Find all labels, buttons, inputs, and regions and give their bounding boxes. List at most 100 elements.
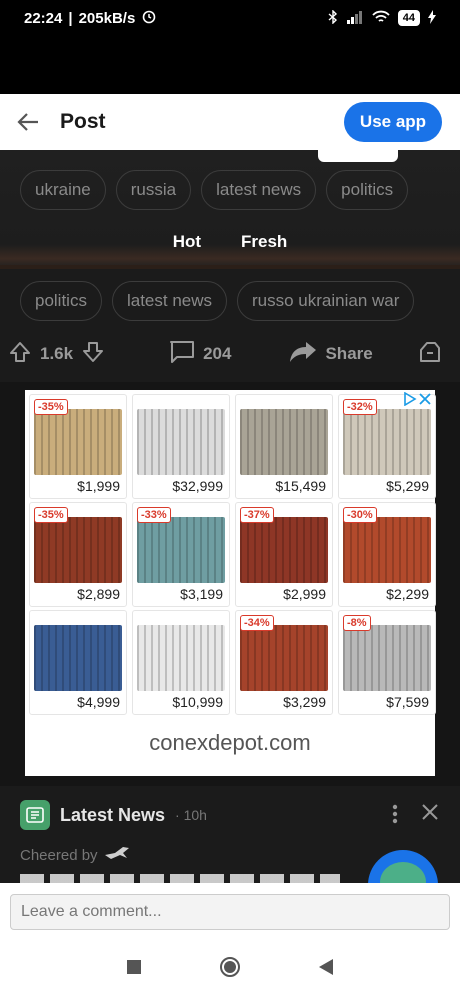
app-header: Post Use app xyxy=(0,94,460,150)
ad-product-tile[interactable]: -34% $3,299 xyxy=(235,610,333,715)
discount-badge: -35% xyxy=(34,399,68,415)
comment-bar xyxy=(0,883,460,941)
status-time: 22:24 xyxy=(24,9,63,27)
discount-badge: -33% xyxy=(137,507,171,523)
ad-product-tile[interactable]: -30% $2,299 xyxy=(338,502,436,607)
save-icon[interactable] xyxy=(418,340,442,369)
shipping-container-image xyxy=(240,625,328,691)
comments-button[interactable]: 204 xyxy=(169,340,231,369)
bluetooth-icon xyxy=(328,8,338,27)
shipping-container-image xyxy=(240,517,328,583)
status-speed: 205kB/s xyxy=(78,9,136,27)
tag-chip-russo-ukrainian-war[interactable]: russo ukrainian war xyxy=(237,281,415,321)
signal-icon xyxy=(346,10,364,27)
discount-badge: -35% xyxy=(34,507,68,523)
discount-badge: -34% xyxy=(240,615,274,631)
tag-chip-latest-news[interactable]: latest news xyxy=(111,281,228,321)
discount-badge: -32% xyxy=(343,399,377,415)
ad-product-tile[interactable]: -35% $2,899 xyxy=(29,502,127,607)
product-price: $32,999 xyxy=(172,478,223,494)
product-price: $1,999 xyxy=(77,478,120,494)
use-app-button[interactable]: Use app xyxy=(344,102,442,142)
back-arrow-icon[interactable] xyxy=(0,94,56,150)
ad-product-tile[interactable]: $15,499 xyxy=(235,394,333,499)
product-price: $2,899 xyxy=(77,586,120,602)
cheered-by-row: Cheered by xyxy=(20,844,130,866)
shipping-container-image xyxy=(137,625,225,691)
discount-badge: -8% xyxy=(343,615,371,631)
more-options-icon[interactable] xyxy=(392,804,398,829)
floating-action-button[interactable] xyxy=(368,850,438,883)
back-icon[interactable] xyxy=(319,958,333,980)
tag-chip-politics[interactable]: politics xyxy=(326,170,409,210)
home-icon[interactable] xyxy=(219,956,241,983)
product-price: $3,199 xyxy=(180,586,223,602)
downvote-icon[interactable] xyxy=(81,340,105,369)
next-post-preview: Latest News · 10h Cheered by xyxy=(0,786,460,883)
section-name[interactable]: Latest News xyxy=(60,805,165,826)
status-bar: 22:24 | 205kB/s 44 xyxy=(0,0,460,36)
product-price: $15,499 xyxy=(275,478,326,494)
ad-choices-icon[interactable] xyxy=(403,392,431,406)
system-nav-bar xyxy=(0,941,460,997)
shipping-container-image xyxy=(34,517,122,583)
comment-input[interactable] xyxy=(10,894,450,930)
alarm-icon xyxy=(141,8,157,28)
tab-fresh[interactable]: Fresh xyxy=(241,232,287,252)
product-price: $2,999 xyxy=(283,586,326,602)
tag-chip-latest-news[interactable]: latest news xyxy=(201,170,317,210)
comment-icon xyxy=(169,340,195,369)
shipping-container-image xyxy=(34,625,122,691)
ad-banner[interactable]: -35% $1,999 $32,999 $15,499 -32% $5,299 -35% $2… xyxy=(25,390,436,776)
ad-section: -35% $1,999 $32,999 $15,499 -32% $5,299 -35% $2… xyxy=(0,382,460,786)
ad-product-tile[interactable]: -33% $3,199 xyxy=(132,502,230,607)
post-headline-peek xyxy=(20,874,340,883)
tab-hot[interactable]: Hot xyxy=(173,232,201,252)
tag-chip-ukraine[interactable]: ukraine xyxy=(20,170,106,210)
wifi-icon xyxy=(372,10,390,27)
ad-product-tile[interactable]: -35% $1,999 xyxy=(29,394,127,499)
recents-icon[interactable] xyxy=(127,959,141,979)
news-section-icon[interactable] xyxy=(20,800,50,830)
upvote-icon[interactable] xyxy=(8,340,32,369)
ad-product-tile[interactable]: -37% $2,999 xyxy=(235,502,333,607)
top-tag-list: ukraine russia latest news politics xyxy=(20,170,409,210)
product-price: $5,299 xyxy=(386,478,429,494)
tag-chip-russia[interactable]: russia xyxy=(115,170,192,210)
shipping-container-image xyxy=(343,409,431,475)
top-black-band xyxy=(0,36,460,94)
product-price: $10,999 xyxy=(172,694,223,710)
shipping-container-image xyxy=(343,625,431,691)
product-price: $2,299 xyxy=(386,586,429,602)
cheered-by-label: Cheered by xyxy=(20,846,98,864)
vote-count: 1.6k xyxy=(40,344,74,363)
shipping-container-image xyxy=(137,409,225,475)
share-icon xyxy=(289,341,317,368)
post-tag-list: politics latest news russo ukrainian war xyxy=(20,281,415,321)
product-price: $3,299 xyxy=(283,694,326,710)
comment-count: 204 xyxy=(203,344,232,363)
ad-product-tile[interactable]: $4,999 xyxy=(29,610,127,715)
shipping-container-image xyxy=(240,409,328,475)
share-button[interactable]: Share xyxy=(289,341,373,368)
ad-product-tile[interactable]: -8% $7,599 xyxy=(338,610,436,715)
discount-badge: -37% xyxy=(240,507,274,523)
close-icon[interactable] xyxy=(422,804,438,825)
tag-chip-politics[interactable]: politics xyxy=(20,281,102,321)
cheer-badge-icon xyxy=(104,844,130,866)
product-price: $4,999 xyxy=(77,694,120,710)
shipping-container-image xyxy=(343,517,431,583)
ad-product-tile[interactable]: $10,999 xyxy=(132,610,230,715)
page-title: Post xyxy=(60,110,106,133)
charging-icon xyxy=(428,9,436,27)
shipping-container-image xyxy=(34,409,122,475)
share-label: Share xyxy=(325,344,373,363)
product-price: $7,599 xyxy=(386,694,429,710)
ad-product-grid: -35% $1,999 $32,999 $15,499 -32% $5,299 -35% $2… xyxy=(29,394,436,715)
battery-indicator: 44 xyxy=(397,10,420,26)
post-actions: 1.6k 204 Share xyxy=(0,330,460,378)
ad-domain[interactable]: conexdepot.com xyxy=(25,730,435,756)
ad-product-tile[interactable]: $32,999 xyxy=(132,394,230,499)
post-time: · 10h xyxy=(175,807,207,823)
ad-product-tile[interactable]: -32% $5,299 xyxy=(338,394,436,499)
